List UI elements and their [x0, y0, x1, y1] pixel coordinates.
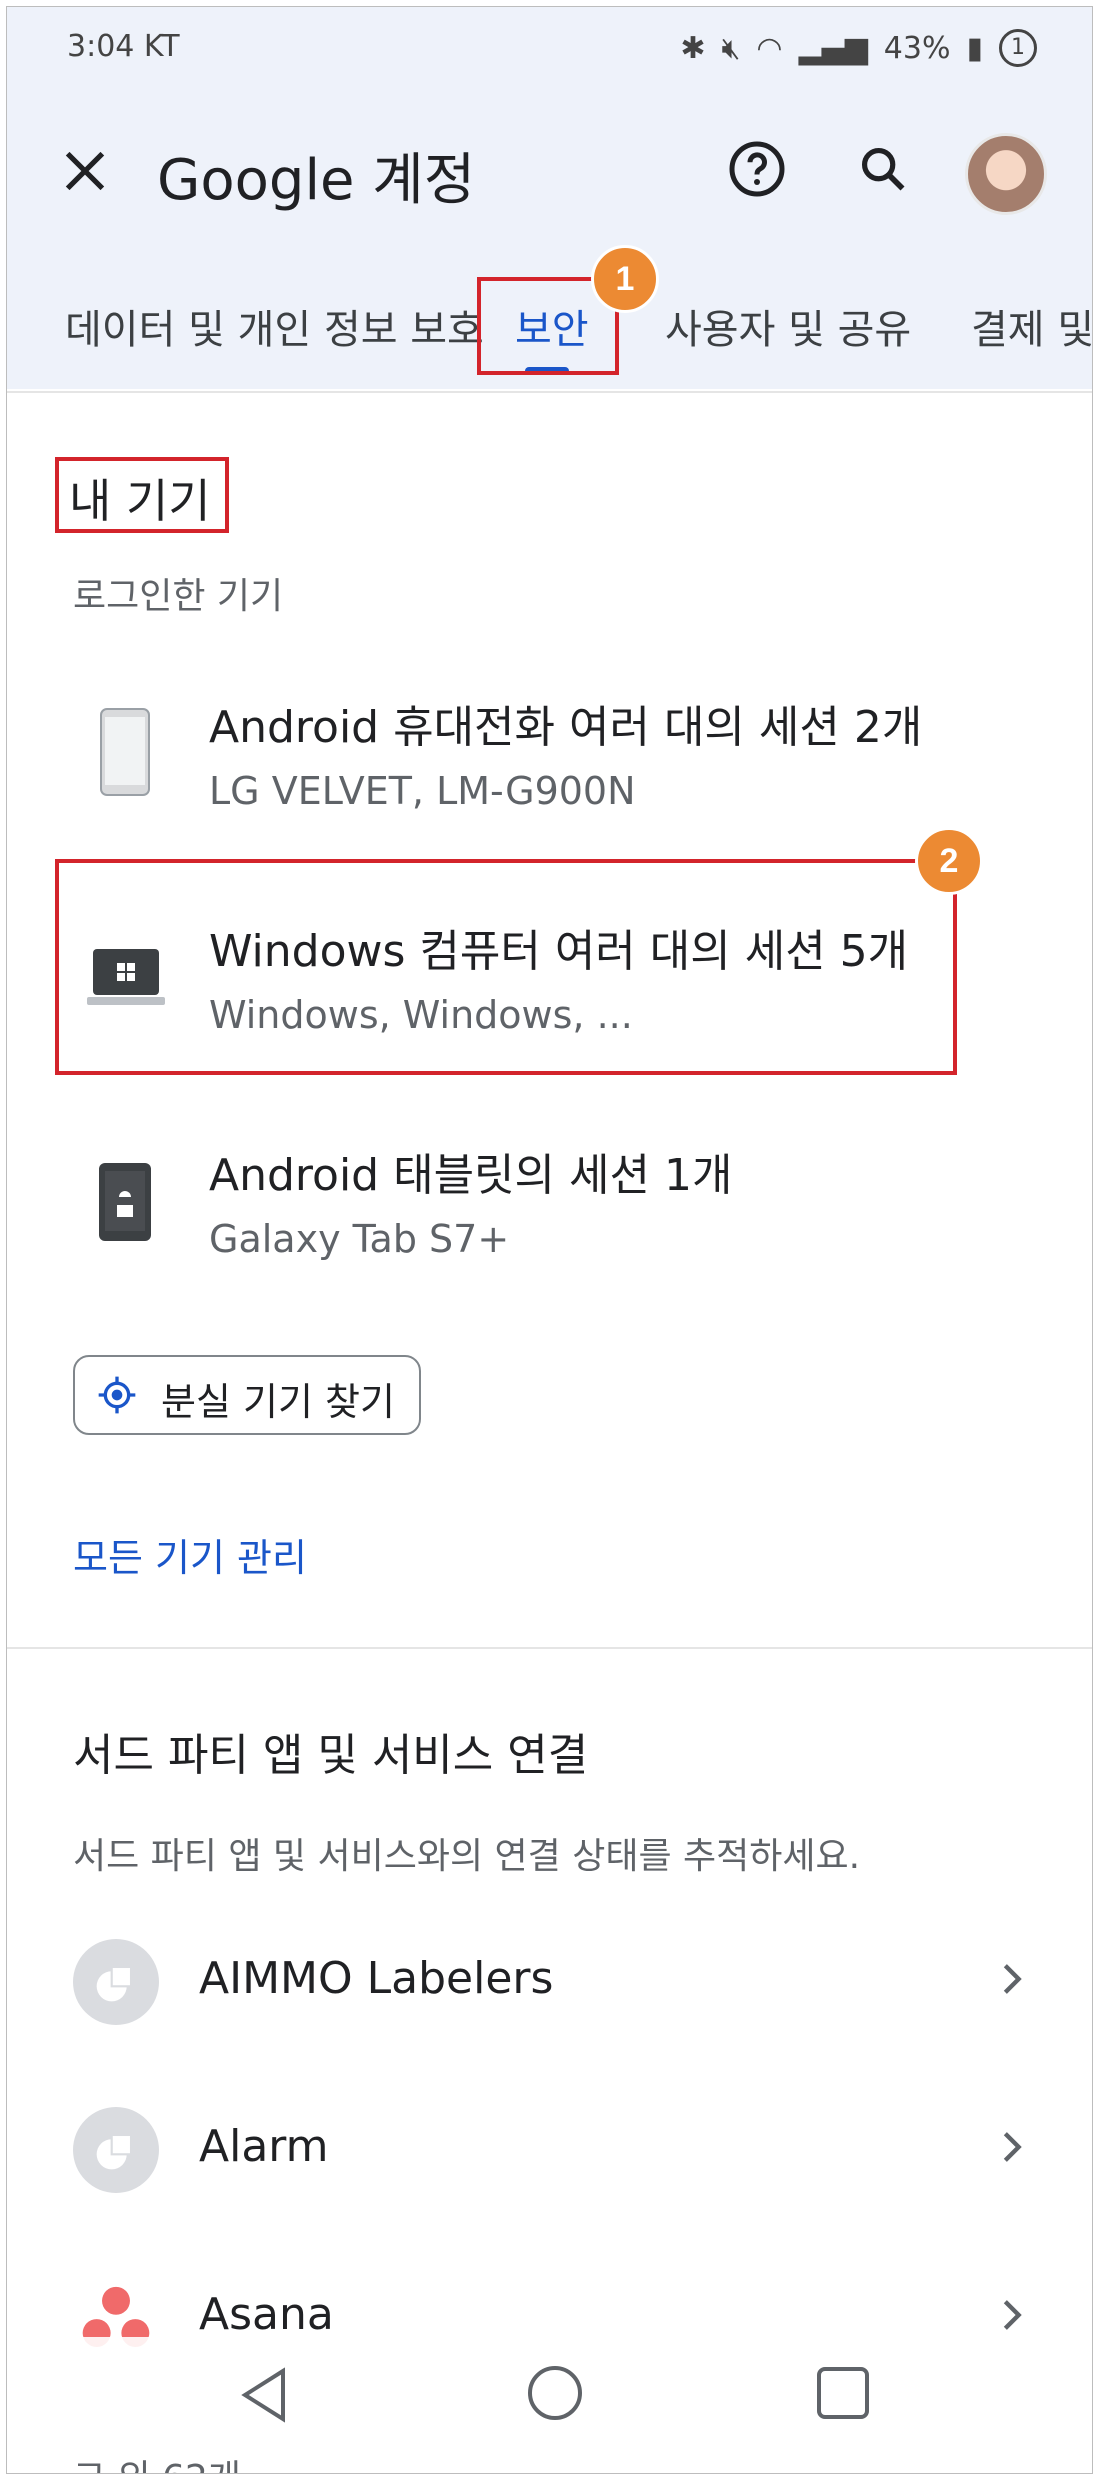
help-icon[interactable] — [727, 139, 787, 199]
app-name: Asana — [199, 2289, 334, 2340]
system-nav-bar — [7, 2337, 1092, 2447]
device-title: Android 태블릿의 세션 1개 — [209, 1150, 733, 1201]
app-name: AIMMO Labelers — [199, 1953, 554, 2004]
battery-text: 43% — [883, 30, 951, 66]
third-party-subtitle: 서드 파티 앱 및 서비스와의 연결 상태를 추적하세요. — [73, 1836, 861, 1877]
chevron-right-icon — [1003, 2132, 1022, 2162]
chevron-right-icon — [1003, 2300, 1022, 2330]
notification-count: 1 — [999, 29, 1037, 67]
third-party-title: 서드 파티 앱 및 서비스 연결 — [73, 1730, 589, 1781]
phone-screen: 3:04 KT ✱ 🔇︎ ◠ ▂▄▆ 43% ▮ 1 Google 계정 데이터… — [6, 6, 1093, 2474]
battery-icon: ▮ — [966, 30, 983, 66]
search-icon[interactable] — [857, 143, 909, 195]
section-divider — [7, 1647, 1092, 1649]
signal-icon: ▂▄▆ — [798, 30, 868, 66]
target-icon — [98, 1376, 136, 1414]
manage-all-devices-link[interactable]: 모든 기기 관리 — [73, 1527, 307, 1582]
app-row-aimmo[interactable]: AIMMO Labelers — [7, 1925, 1092, 2045]
page-title: Google 계정 — [157, 148, 476, 213]
find-lost-device-label: 분실 기기 찾기 — [161, 1380, 395, 1424]
aimmo-app-icon — [73, 1939, 159, 2025]
home-icon[interactable] — [525, 2363, 585, 2423]
status-bar: 3:04 KT ✱ 🔇︎ ◠ ▂▄▆ 43% ▮ 1 — [7, 25, 1092, 75]
tab-payments[interactable]: 결제 및 — [971, 297, 1092, 355]
find-lost-device-button[interactable]: 분실 기기 찾기 — [73, 1355, 421, 1435]
app-row-alarm[interactable]: Alarm — [7, 2093, 1092, 2213]
device-title: Android 휴대전화 여러 대의 세션 2개 — [209, 702, 923, 753]
bluetooth-icon: ✱ — [680, 30, 706, 66]
device-detail: Galaxy Tab S7+ — [209, 1217, 510, 1261]
more-apps-text: 그 외 62개 — [73, 2449, 241, 2473]
my-devices-title: 내 기기 — [69, 474, 211, 528]
tablet-icon — [99, 1163, 151, 1241]
wifi-icon: ◠ — [756, 30, 783, 66]
avatar[interactable] — [965, 133, 1047, 215]
device-title: Windows 컴퓨터 여러 대의 세션 5개 — [209, 926, 909, 977]
device-detail: Windows, Windows, ... — [209, 993, 633, 1037]
annotation-badge-1: 1 — [591, 245, 659, 313]
close-icon[interactable] — [59, 145, 111, 197]
status-icons: ✱ 🔇︎ ◠ ▂▄▆ 43% ▮ 1 — [680, 29, 1037, 67]
app-name: Alarm — [199, 2121, 329, 2172]
annotation-badge-2: 2 — [915, 827, 983, 895]
status-time: 3:04 KT — [67, 29, 180, 64]
alarm-app-icon — [73, 2107, 159, 2193]
device-detail: LG VELVET, LM-G900N — [209, 769, 636, 813]
recents-icon[interactable] — [815, 2365, 871, 2421]
tab-data-privacy[interactable]: 데이터 및 개인 정보 보호 — [65, 297, 484, 355]
signed-in-devices-label: 로그인한 기기 — [73, 576, 284, 617]
chevron-right-icon — [1003, 1964, 1022, 1994]
back-icon[interactable] — [237, 2365, 291, 2425]
tab-people-sharing[interactable]: 사용자 및 공유 — [665, 297, 911, 355]
laptop-icon — [87, 949, 165, 1005]
phone-icon — [100, 708, 150, 796]
header-divider — [7, 391, 1092, 393]
mute-icon: 🔇︎ — [721, 30, 741, 66]
